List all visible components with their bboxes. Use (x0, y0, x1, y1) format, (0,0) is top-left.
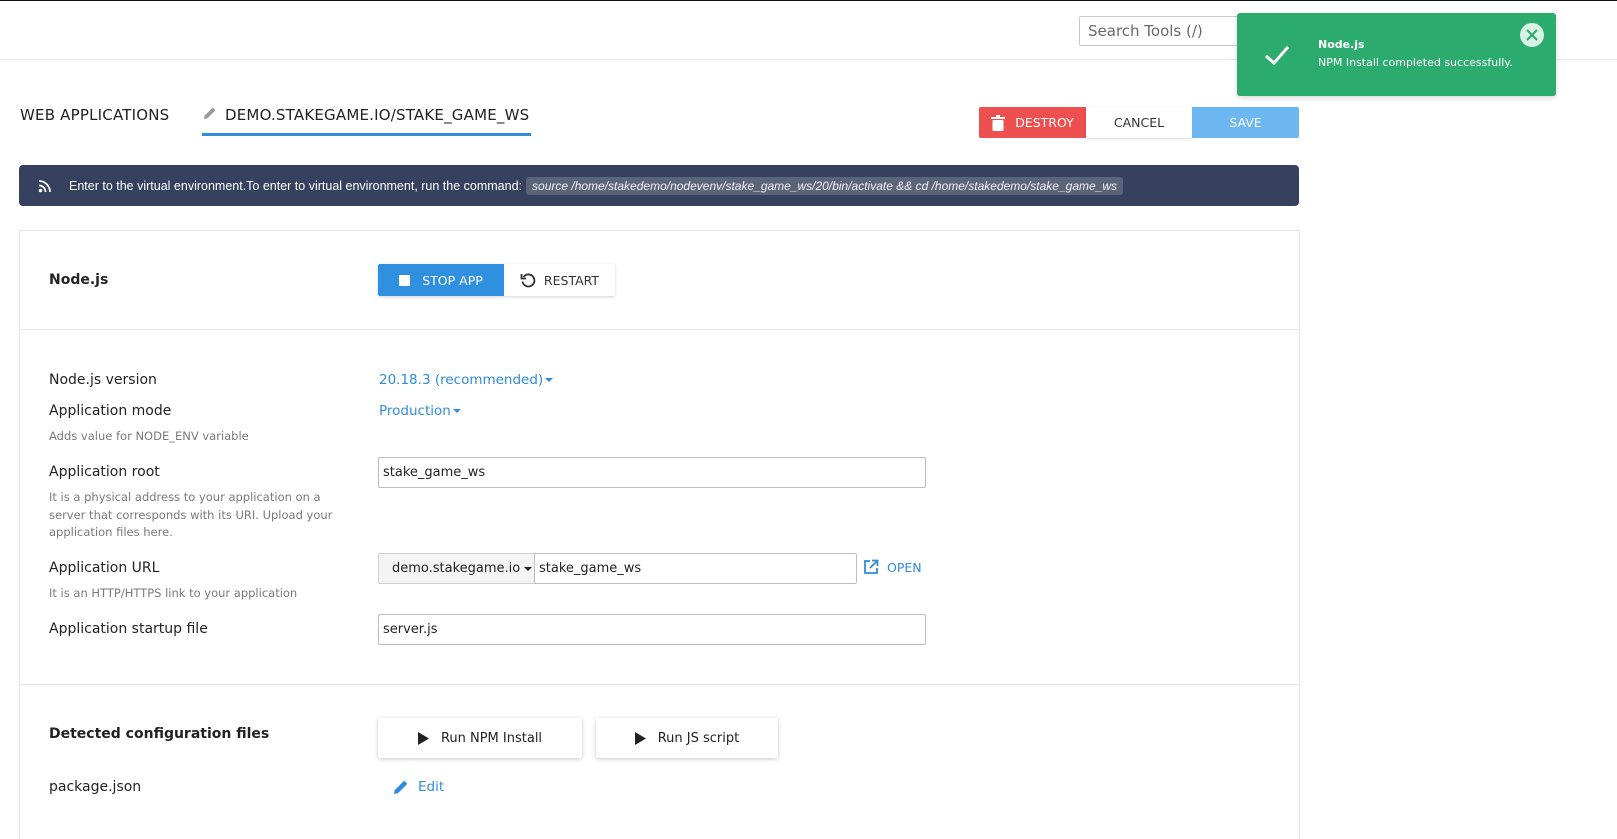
run-js-script-button[interactable]: Run JS script (596, 718, 778, 758)
edit-config-link[interactable]: Edit (392, 778, 444, 796)
url-domain-select[interactable]: demo.stakegame.io (378, 553, 535, 584)
play-icon (634, 731, 646, 745)
run-npm-install-label: Run NPM Install (440, 730, 543, 746)
toast-title: Node.js (1318, 38, 1365, 51)
chevron-down-icon (545, 378, 554, 382)
open-url-label: OPEN (887, 559, 922, 575)
nodejs-version-value: 20.18.3 (recommended) (379, 372, 544, 388)
trash-icon (991, 114, 1006, 131)
play-icon (417, 731, 429, 745)
app-controls: STOP APP RESTART (378, 264, 615, 296)
nodejs-version-label: Node.js version (49, 372, 157, 388)
app-settings-card: Node.js STOP APP RESTART Node.js version… (19, 230, 1300, 839)
config-file-name: package.json (49, 779, 142, 795)
app-section-title: Node.js (49, 272, 109, 288)
save-button[interactable]: SAVE (1192, 107, 1299, 138)
divider (20, 684, 1299, 685)
cancel-button[interactable]: CANCEL (1086, 107, 1192, 138)
url-domain-value: demo.stakegame.io (392, 561, 521, 576)
chevron-down-icon (524, 566, 533, 571)
run-js-script-label: Run JS script (657, 730, 740, 746)
application-mode-hint: Adds value for NODE_ENV variable (49, 429, 249, 443)
stop-app-label: STOP APP (422, 272, 483, 288)
pencil-icon (392, 778, 410, 796)
application-mode-value: Production (379, 403, 451, 419)
startup-file-input[interactable] (378, 614, 926, 645)
action-buttons: DESTROY CANCEL SAVE (979, 107, 1299, 138)
restart-label: RESTART (543, 272, 600, 288)
open-url-link[interactable]: OPEN (863, 559, 922, 575)
application-root-label: Application root (49, 464, 160, 480)
edit-label: Edit (418, 779, 445, 795)
breadcrumb-web-applications[interactable]: WEB APPLICATIONS (20, 106, 169, 124)
application-url-label: Application URL (49, 560, 160, 576)
checkmark-icon (1263, 41, 1291, 73)
startup-file-label: Application startup file (49, 621, 208, 637)
config-files-title: Detected configuration files (49, 726, 270, 742)
rss-icon (38, 179, 52, 193)
banner-message: Enter to the virtual environment.To ente… (69, 178, 523, 193)
divider (20, 329, 1299, 330)
run-npm-install-button[interactable]: Run NPM Install (378, 718, 582, 758)
nodejs-version-select[interactable]: 20.18.3 (recommended) (379, 372, 554, 388)
success-toast: Node.js NPM Install completed successful… (1237, 13, 1556, 96)
url-path-input[interactable] (534, 553, 857, 584)
toast-close-button[interactable] (1520, 23, 1544, 47)
application-mode-label: Application mode (49, 403, 172, 419)
close-icon (1526, 29, 1538, 41)
destroy-label: DESTROY (1015, 115, 1074, 130)
banner-command: source /home/stakedemo/nodevenv/stake_ga… (526, 176, 1124, 195)
current-app-label: DEMO.STAKEGAME.IO/STAKE_GAME_WS (225, 106, 530, 124)
application-url-hint: It is an HTTP/HTTPS link to your applica… (49, 586, 298, 600)
application-mode-select[interactable]: Production (379, 403, 461, 419)
breadcrumb-current-app[interactable]: DEMO.STAKEGAME.IO/STAKE_GAME_WS (202, 104, 532, 136)
restart-button[interactable]: RESTART (504, 264, 615, 296)
stop-icon (399, 274, 411, 286)
application-root-hint: It is a physical address to your applica… (49, 490, 333, 539)
destroy-button[interactable]: DESTROY (979, 107, 1086, 138)
toast-message: NPM Install completed successfully. (1318, 56, 1513, 69)
stop-app-button[interactable]: STOP APP (378, 264, 504, 296)
virtual-env-banner: Enter to the virtual environment.To ente… (19, 165, 1299, 206)
restart-icon (520, 272, 536, 288)
application-root-input[interactable] (378, 457, 926, 488)
chevron-down-icon (452, 409, 461, 413)
external-link-icon (863, 559, 879, 575)
pencil-icon (202, 105, 218, 125)
